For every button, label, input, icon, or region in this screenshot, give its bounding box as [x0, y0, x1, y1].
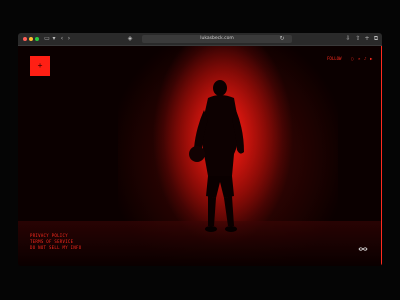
do-not-sell-link[interactable]: DO NOT SELL MY INFO [30, 245, 81, 251]
instagram-icon[interactable]: ▢ [351, 56, 353, 62]
x-icon[interactable]: ✕ [358, 56, 360, 62]
new-tab-icon[interactable]: + [363, 35, 371, 43]
sound-toggle-icon[interactable] [358, 246, 368, 252]
address-bar[interactable]: lukasbeck.com [142, 35, 292, 43]
tab-overview-icon[interactable]: ⧉ [372, 35, 380, 43]
share-icon[interactable]: ⇧ [354, 35, 362, 43]
tab-group-chevron-icon[interactable]: ▾ [50, 35, 58, 43]
shield-icon[interactable]: ◈ [126, 35, 134, 43]
browser-toolbar: ▭ ▾ ‹ › ◈ lukasbeck.com ↻ ⇩ ⇧ + ⧉ [18, 33, 382, 46]
download-icon[interactable]: ⇩ [344, 35, 352, 43]
logo-symbol: + [37, 61, 43, 70]
edge-rule [381, 46, 382, 266]
forward-icon[interactable]: › [65, 35, 73, 43]
maximize-window-button[interactable] [35, 37, 39, 41]
browser-window: ▭ ▾ ‹ › ◈ lukasbeck.com ↻ ⇩ ⇧ + ⧉ + FOLL… [18, 33, 382, 266]
hero-stage: + FOLLOW ▢ ✕ ♪ ▶ PRIVACY POLICY TERMS OF… [18, 46, 382, 266]
player-silhouette [189, 80, 244, 232]
minimize-window-button[interactable] [29, 37, 33, 41]
address-bar-text: lukasbeck.com [200, 36, 234, 41]
top-nav: FOLLOW ▢ ✕ ♪ ▶ [327, 56, 372, 62]
close-window-button[interactable] [23, 37, 27, 41]
follow-label[interactable]: FOLLOW [327, 56, 341, 62]
music-icon[interactable]: ♪ [364, 56, 366, 62]
footer-links: PRIVACY POLICY TERMS OF SERVICE DO NOT S… [30, 233, 81, 251]
reload-icon[interactable]: ↻ [278, 35, 286, 43]
site-logo[interactable]: + [30, 56, 50, 76]
play-icon[interactable]: ▶ [370, 56, 372, 62]
